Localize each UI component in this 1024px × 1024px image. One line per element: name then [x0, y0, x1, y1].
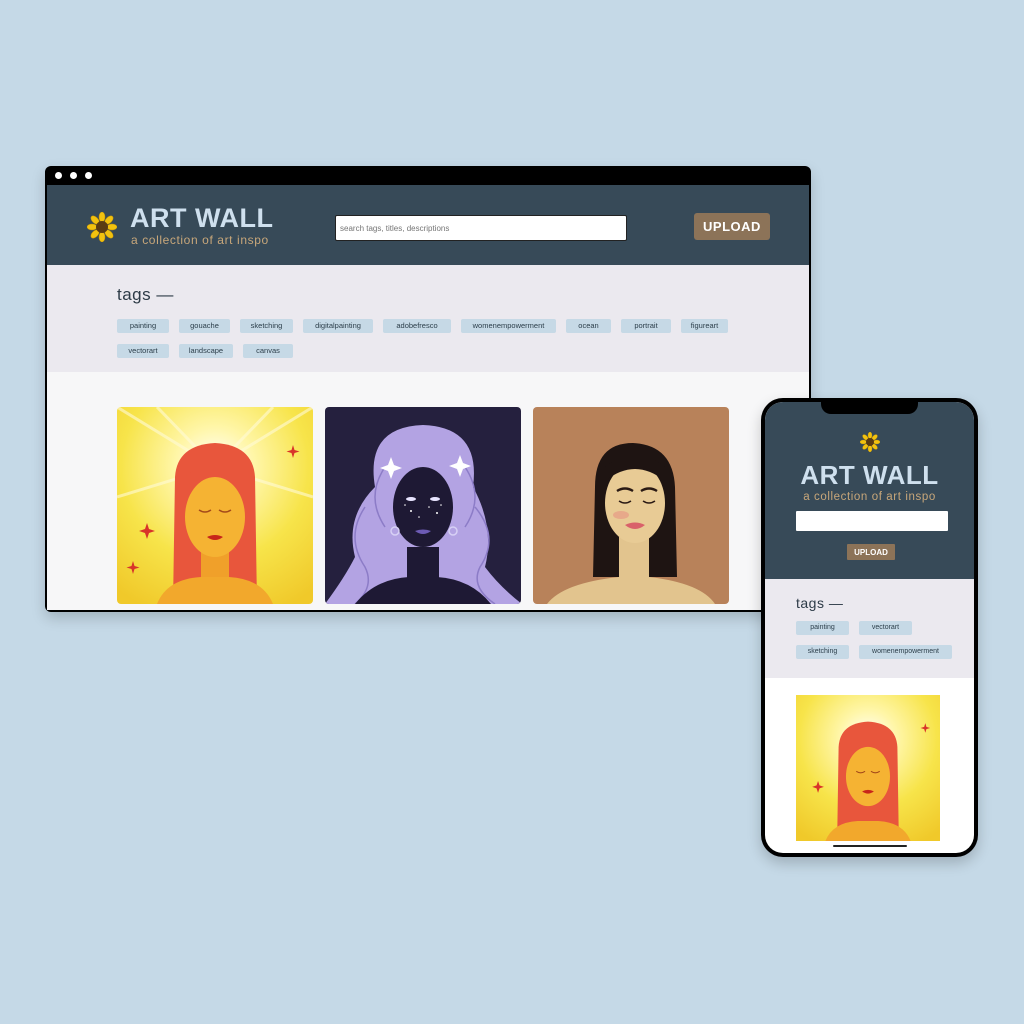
tags-section: tags — painting vectorart sketching wome…	[765, 579, 974, 678]
artwork-image	[533, 407, 729, 604]
search-input[interactable]	[335, 215, 627, 241]
tag-chip-painting[interactable]: painting	[796, 621, 849, 635]
desktop-browser-mockup: ART WALL a collection of art inspo UPLOA…	[45, 166, 811, 612]
search-input[interactable]	[796, 511, 948, 531]
tag-list: painting gouache sketching digitalpainti…	[117, 319, 757, 358]
tag-list: painting vectorart sketching womenempowe…	[796, 621, 966, 659]
tags-heading: tags —	[796, 595, 844, 611]
window-control-dot[interactable]	[55, 172, 62, 179]
tag-chip-digitalpainting[interactable]: digitalpainting	[303, 319, 373, 333]
home-indicator[interactable]	[833, 845, 907, 847]
tag-chip-sketching[interactable]: sketching	[796, 645, 849, 659]
sunflower-logo-icon	[87, 212, 117, 242]
mobile-site-header: ART WALL a collection of art inspo UPLOA…	[765, 402, 974, 579]
tag-chip-gouache[interactable]: gouache	[179, 319, 230, 333]
artwork-card-sun-portrait[interactable]	[796, 695, 940, 841]
artwork-image	[796, 695, 940, 841]
site-header: ART WALL a collection of art inspo UPLOA…	[47, 185, 809, 265]
upload-button[interactable]: UPLOAD	[694, 213, 770, 240]
site-subtitle: a collection of art inspo	[803, 491, 936, 503]
tag-chip-womenempowerment[interactable]: womenempowerment	[859, 645, 952, 659]
window-control-dot[interactable]	[70, 172, 77, 179]
tag-chip-figureart[interactable]: figureart	[681, 319, 728, 333]
artwork-gallery	[117, 407, 729, 604]
artwork-card-galaxy-portrait[interactable]	[325, 407, 521, 604]
phone-notch	[821, 402, 918, 414]
artwork-card-sun-portrait[interactable]	[117, 407, 313, 604]
artwork-card-brunette-portrait[interactable]	[533, 407, 729, 604]
window-control-dot[interactable]	[85, 172, 92, 179]
mobile-phone-mockup: ART WALL a collection of art inspo UPLOA…	[761, 398, 978, 857]
desktop-viewport: ART WALL a collection of art inspo UPLOA…	[47, 185, 809, 610]
tag-chip-vectorart[interactable]: vectorart	[117, 344, 169, 358]
tag-chip-painting[interactable]: painting	[117, 319, 169, 333]
tag-chip-canvas[interactable]: canvas	[243, 344, 293, 358]
tag-chip-ocean[interactable]: ocean	[566, 319, 611, 333]
tag-chip-sketching[interactable]: sketching	[240, 319, 293, 333]
mobile-viewport: ART WALL a collection of art inspo UPLOA…	[765, 402, 974, 853]
sunflower-logo-icon	[860, 432, 880, 452]
tag-chip-landscape[interactable]: landscape	[179, 344, 233, 358]
site-title[interactable]: ART WALL	[765, 460, 974, 491]
artwork-image	[325, 407, 521, 604]
tag-chip-portrait[interactable]: portrait	[621, 319, 671, 333]
site-subtitle: a collection of art inspo	[131, 233, 269, 247]
tag-chip-vectorart[interactable]: vectorart	[859, 621, 912, 635]
tags-section: tags — painting gouache sketching digita…	[47, 265, 809, 372]
upload-button[interactable]: UPLOAD	[847, 544, 895, 560]
browser-title-bar	[45, 166, 811, 185]
tag-chip-adobefresco[interactable]: adobefresco	[383, 319, 451, 333]
tag-chip-womenempowerment[interactable]: womenempowerment	[461, 319, 556, 333]
tags-heading: tags —	[117, 285, 174, 304]
artwork-image	[117, 407, 313, 604]
site-title[interactable]: ART WALL	[130, 204, 273, 232]
